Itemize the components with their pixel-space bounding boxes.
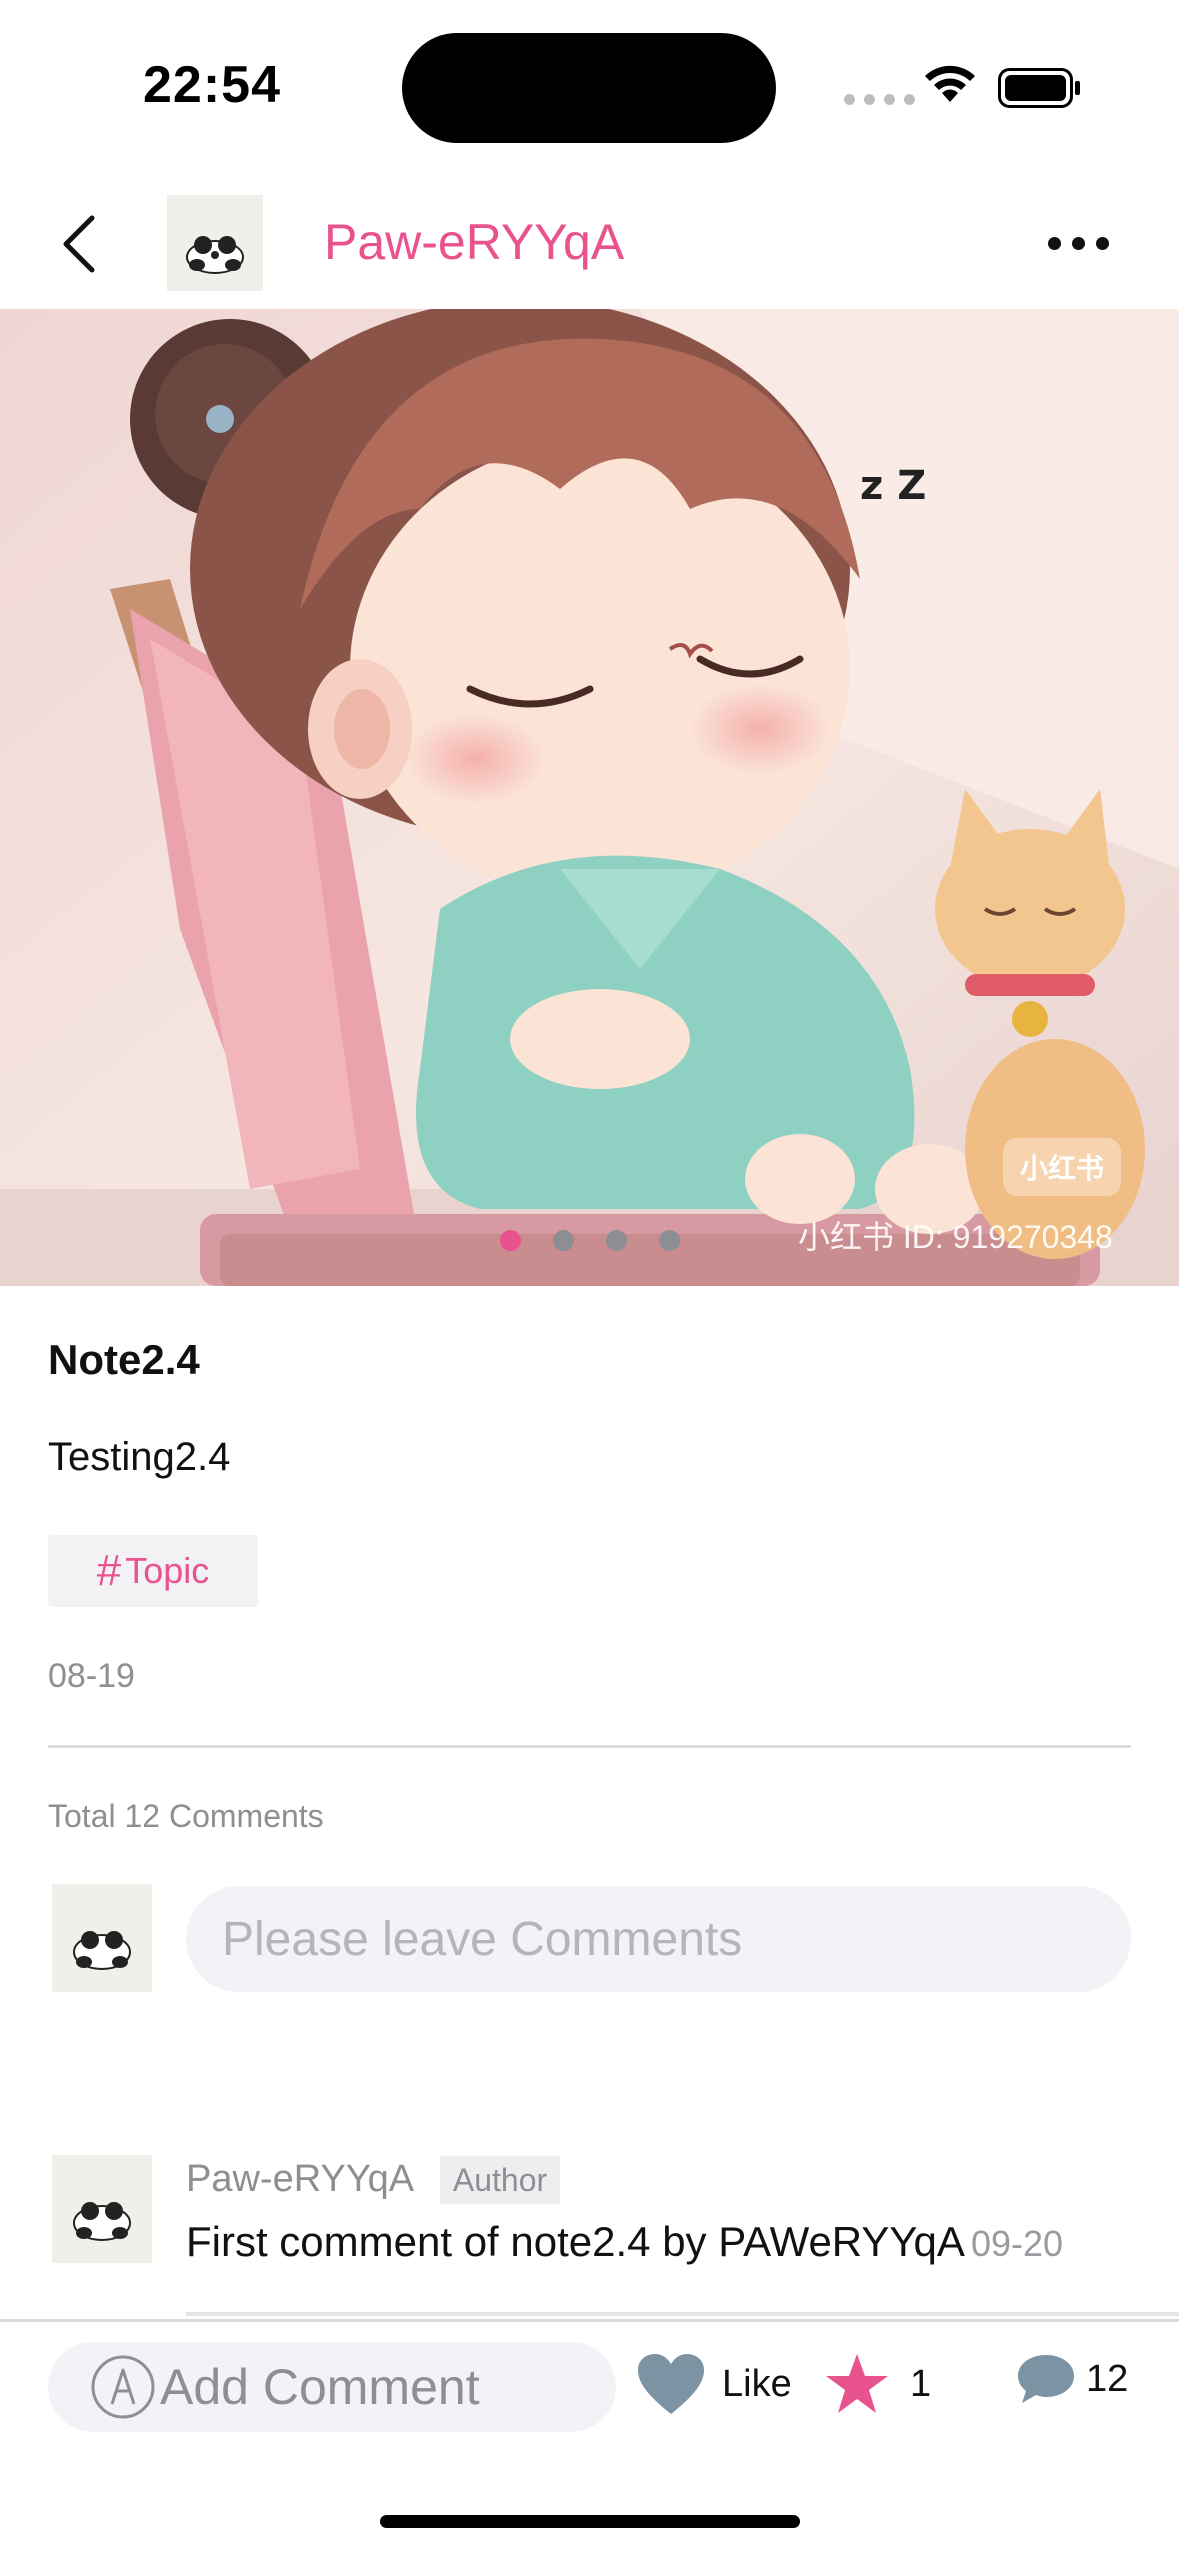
carousel-dot-3[interactable] bbox=[606, 1230, 627, 1251]
current-user-avatar bbox=[52, 1884, 152, 1992]
note-date: 08-19 bbox=[48, 1657, 135, 1695]
comment-bubble-icon bbox=[1018, 2355, 1074, 2403]
divider bbox=[48, 1745, 1131, 1748]
more-options-icon[interactable] bbox=[1048, 237, 1109, 250]
image-watermark: 小红书 ID: 919270348 bbox=[798, 1219, 1113, 1255]
topic-tag[interactable]: # Topic bbox=[48, 1535, 258, 1607]
heart-icon bbox=[638, 2354, 704, 2414]
back-icon[interactable] bbox=[58, 212, 102, 276]
carousel-indicator[interactable] bbox=[500, 1230, 680, 1251]
note-image[interactable]: z Z bbox=[0, 309, 1179, 1286]
like-label: Like bbox=[722, 2362, 792, 2405]
comments-total: Total 12 Comments bbox=[48, 1798, 324, 1834]
carousel-dot-2[interactable] bbox=[553, 1230, 574, 1251]
watermark-badge: 小红书 bbox=[1003, 1138, 1121, 1196]
star-icon bbox=[826, 2354, 888, 2413]
sleep-zz: z Z bbox=[860, 463, 926, 509]
comment-time: 09-20 bbox=[970, 2223, 1064, 2264]
comments-button[interactable]: 12 bbox=[1016, 2352, 1128, 2406]
author-badge: Author bbox=[440, 2156, 560, 2204]
favorite-button[interactable]: 1 bbox=[824, 2352, 931, 2416]
battery-icon bbox=[998, 68, 1080, 108]
comment-body: First comment of note2.4 by PAWeRYYqA bbox=[186, 2218, 965, 2265]
wifi-icon bbox=[925, 65, 975, 102]
bottom-bar-divider bbox=[0, 2319, 1179, 2322]
carousel-dot-4[interactable] bbox=[659, 1230, 680, 1251]
home-indicator[interactable] bbox=[380, 2515, 800, 2528]
hashtag-icon: # bbox=[96, 1546, 122, 1595]
add-comment-button[interactable]: Add Comment bbox=[48, 2342, 616, 2432]
status-time: 22:54 bbox=[143, 56, 281, 114]
commenter-avatar[interactable] bbox=[52, 2155, 152, 2263]
carousel-dot-1[interactable] bbox=[500, 1230, 521, 1251]
add-comment-label: Add Comment bbox=[160, 2359, 480, 2415]
topic-label: Topic bbox=[125, 1550, 210, 1591]
favorite-count: 1 bbox=[910, 2362, 932, 2405]
author-avatar[interactable] bbox=[167, 195, 263, 291]
note-title: Note2.4 bbox=[48, 1336, 200, 1383]
author-name[interactable]: Paw-eRYYqA bbox=[324, 213, 624, 271]
comment-separator bbox=[186, 2312, 1179, 2316]
like-button[interactable]: Like bbox=[636, 2352, 792, 2416]
cellular-signal-icon bbox=[844, 94, 915, 105]
note-description: Testing2.4 bbox=[48, 1435, 231, 1479]
dynamic-island bbox=[402, 33, 776, 143]
comment-input[interactable]: Please leave Comments bbox=[186, 1886, 1131, 1992]
commenter-name[interactable]: Paw-eRYYqA bbox=[186, 2158, 414, 2201]
comment-text[interactable]: First comment of note2.4 by PAWeRYYqA 09-… bbox=[186, 2218, 1063, 2266]
pen-icon bbox=[91, 2355, 155, 2419]
comments-count: 12 bbox=[1086, 2357, 1129, 2400]
